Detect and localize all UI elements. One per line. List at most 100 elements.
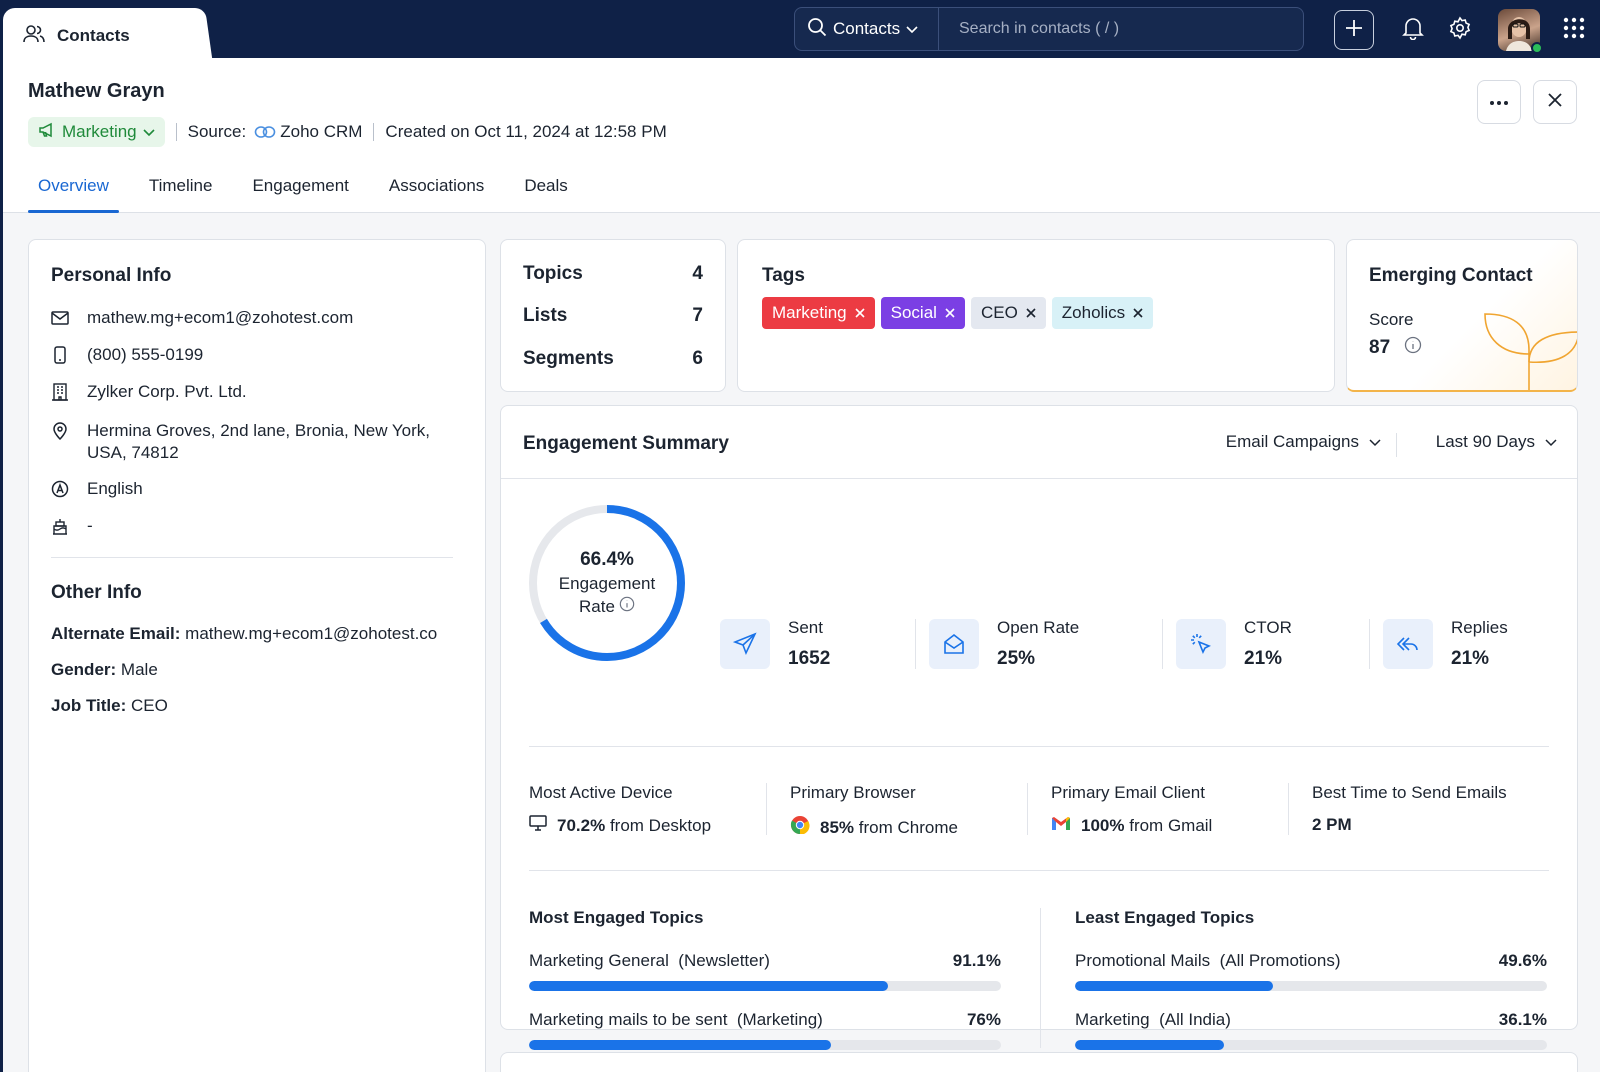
remove-tag-icon[interactable] — [1026, 303, 1036, 323]
segments-count-row[interactable]: Segments 6 — [523, 348, 703, 370]
sprout-icon — [1479, 310, 1577, 390]
apps-grid-button[interactable] — [1560, 16, 1588, 44]
location-pin-icon — [51, 420, 69, 442]
user-avatar[interactable] — [1498, 9, 1543, 54]
tag-chip[interactable]: CEO — [970, 297, 1046, 329]
tab-engagement[interactable]: Engagement — [242, 166, 358, 213]
gender-value: Male — [120, 660, 158, 679]
topic-name: Marketing — [1075, 1010, 1150, 1029]
contact-list-label: Marketing — [62, 122, 137, 141]
most-engaged-topic-2[interactable]: Marketing mails to be sent (Marketing) 76… — [529, 1010, 1001, 1050]
least-engaged-topics-title: Least Engaged Topics — [1075, 908, 1255, 927]
bell-icon — [1402, 16, 1424, 45]
contact-tabs: Overview Timeline Engagement Association… — [28, 166, 598, 213]
client-name: from Gmail — [1129, 815, 1213, 835]
remove-tag-icon[interactable] — [855, 303, 865, 323]
engagement-rate-text: 66.4% Engagement Rate — [527, 549, 687, 617]
search-icon — [807, 17, 827, 42]
tab-deals[interactable]: Deals — [514, 166, 577, 213]
close-button[interactable] — [1533, 80, 1577, 124]
divider — [1027, 783, 1028, 835]
remove-tag-icon[interactable] — [945, 303, 955, 323]
contact-name: Mathew Grayn — [28, 80, 165, 102]
tag-label: Marketing — [772, 303, 847, 322]
email-value[interactable]: mathew.mg+ecom1@zohotest.com — [87, 307, 353, 329]
score-value: 87 — [1369, 336, 1391, 358]
phone-row: (800) 555-0199 — [51, 344, 203, 366]
topic-name: Promotional Mails — [1075, 951, 1211, 970]
search-scope-dropdown[interactable]: Contacts — [795, 8, 939, 50]
remove-tag-icon[interactable] — [1133, 303, 1143, 323]
create-new-button[interactable] — [1334, 10, 1374, 50]
contacts-tab[interactable]: Contacts — [3, 8, 199, 64]
info-icon[interactable] — [619, 596, 635, 617]
most-active-device-label: Most Active Device — [529, 783, 673, 802]
least-engaged-topic-1[interactable]: Promotional Mails (All Promotions) 49.6% — [1075, 951, 1547, 991]
time-period-dropdown[interactable]: Last 90 Days — [1436, 432, 1557, 452]
email-row: mathew.mg+ecom1@zohotest.com — [51, 307, 353, 329]
mail-icon — [51, 307, 69, 329]
tag-label: Zoholics — [1061, 303, 1126, 322]
address-value: Hermina Groves, 2nd lane, Bronia, New Yo… — [87, 420, 430, 464]
primary-email-client-value: 100% from Gmail — [1051, 815, 1212, 836]
contacts-tab-label: Contacts — [57, 26, 130, 45]
primary-browser: Primary Browser 85% from Chrome — [790, 783, 958, 840]
gmail-icon — [1051, 815, 1071, 836]
desktop-icon — [529, 815, 547, 836]
topic-name: Marketing mails to be sent — [529, 1010, 728, 1029]
divider — [1288, 783, 1289, 835]
close-icon — [1547, 92, 1563, 113]
primary-email-client-label: Primary Email Client — [1051, 783, 1205, 802]
gender-label: Gender: — [51, 660, 117, 679]
search-input[interactable] — [939, 8, 1303, 50]
alternate-email-value[interactable]: mathew.mg+ecom1@zohotest.co — [185, 624, 437, 643]
notifications-button[interactable] — [1399, 16, 1427, 44]
source-value: Zoho CRM — [280, 122, 363, 141]
top-navigation-bar: Contacts Contacts — [0, 0, 1600, 64]
search-bar: Contacts — [794, 7, 1304, 51]
tag-chip[interactable]: Social — [880, 297, 965, 329]
info-icon[interactable] — [1404, 336, 1422, 359]
most-engaged-topic-1[interactable]: Marketing General (Newsletter) 91.1% — [529, 951, 1001, 991]
tab-timeline[interactable]: Timeline — [139, 166, 223, 213]
source-label: Source: — [187, 122, 247, 141]
divider — [1040, 908, 1041, 1048]
search-scope-label: Contacts — [833, 19, 901, 38]
tag-chip[interactable]: Marketing — [762, 297, 875, 329]
topic-progress-track — [1075, 981, 1547, 991]
contact-detail-page: Mathew Grayn Marketing Source: Zoho CRM … — [3, 58, 1600, 1072]
sent-stat: Sent 1652 — [720, 618, 830, 670]
company-row: Zylker Corp. Pvt. Ltd. — [51, 381, 247, 403]
phone-value[interactable]: (800) 555-0199 — [87, 344, 203, 366]
cake-icon — [51, 515, 69, 537]
divider — [373, 123, 375, 141]
ctor-label: CTOR — [1244, 618, 1292, 637]
divider — [529, 870, 1549, 871]
settings-button[interactable] — [1446, 16, 1474, 44]
topic-progress-track — [529, 1040, 1001, 1050]
topic-percent: 76% — [966, 1010, 1001, 1029]
more-horizontal-icon — [1489, 93, 1509, 111]
created-date: Created on Oct 11, 2024 at 12:58 PM — [385, 122, 667, 141]
least-engaged-topic-2[interactable]: Marketing (All India) 36.1% — [1075, 1010, 1547, 1050]
engagement-rate-value: 66.4% — [580, 549, 634, 570]
campaign-type-dropdown[interactable]: Email Campaigns — [1226, 432, 1381, 452]
contact-list-dropdown[interactable]: Marketing — [28, 117, 165, 147]
replies-label: Replies — [1451, 618, 1508, 637]
lists-count-row[interactable]: Lists 7 — [523, 305, 703, 327]
tag-list: Marketing Social CEO Zoholics — [762, 297, 1159, 329]
tab-associations[interactable]: Associations — [379, 166, 494, 213]
topic-progress-track — [1075, 1040, 1547, 1050]
tag-chip[interactable]: Zoholics — [1051, 297, 1154, 329]
tab-overview[interactable]: Overview — [28, 166, 119, 213]
score-value-group: 87 — [1369, 336, 1422, 359]
topics-count-row[interactable]: Topics 4 — [523, 263, 703, 285]
topic-name: Marketing General — [529, 951, 669, 970]
client-percent: 100% — [1081, 815, 1125, 835]
primary-browser-label: Primary Browser — [790, 783, 916, 802]
more-options-button[interactable] — [1477, 80, 1521, 124]
gender-row: Gender: Male — [51, 660, 453, 680]
zoho-crm-icon — [254, 125, 276, 139]
address-row: Hermina Groves, 2nd lane, Bronia, New Yo… — [51, 420, 430, 464]
language-value: English — [87, 479, 143, 498]
